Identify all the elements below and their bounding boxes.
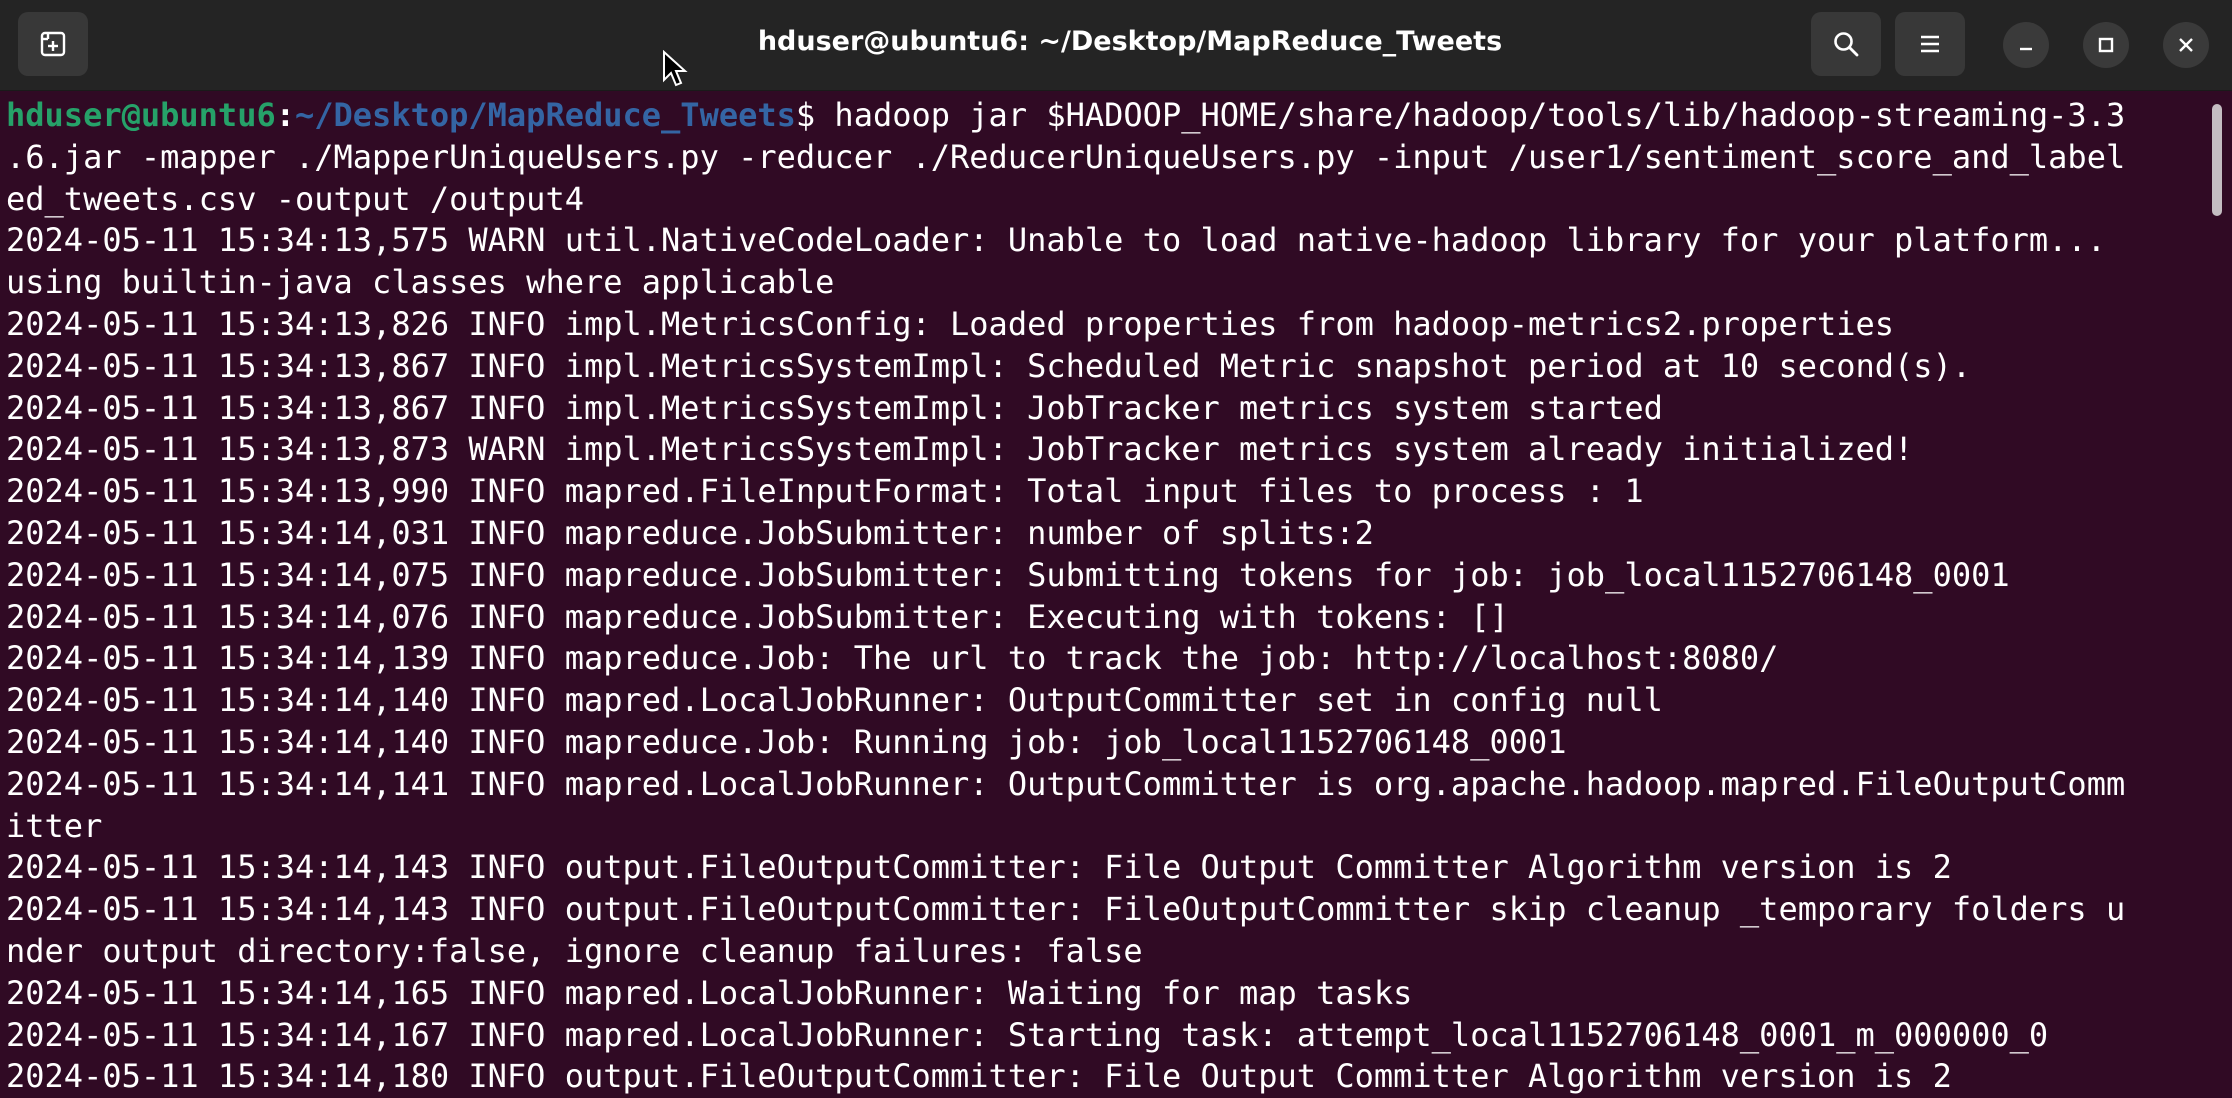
menu-button[interactable] — [1895, 12, 1965, 76]
terminal-line: 2024-05-11 15:34:14,143 INFO output.File… — [6, 890, 2126, 929]
close-button[interactable] — [2163, 22, 2209, 68]
terminal-line: .6.jar -mapper ./MapperUniqueUsers.py -r… — [6, 137, 2126, 176]
terminal-line: nder output directory:false, ignore clea… — [6, 931, 1143, 970]
terminal-line: 2024-05-11 15:34:14,180 INFO output.File… — [6, 1057, 1952, 1096]
terminal-line: 2024-05-11 15:34:14,167 INFO mapred.Loca… — [6, 1015, 2049, 1054]
search-icon — [1834, 32, 1859, 57]
terminal-line: 2024-05-11 15:34:14,140 INFO mapred.Loca… — [6, 681, 1663, 720]
prompt-user-host: hduser@ubuntu6 — [6, 96, 276, 134]
minimize-icon — [2020, 47, 2032, 51]
terminal-line: 2024-05-11 15:34:14,143 INFO output.File… — [6, 848, 1952, 887]
mouse-pointer-icon — [663, 50, 688, 87]
terminal-line: using builtin-java classes where applica… — [6, 263, 835, 302]
prompt-path: ~/Desktop/MapReduce_Tweets — [294, 96, 796, 134]
terminal-line: 2024-05-11 15:34:13,575 WARN util.Native… — [6, 221, 2106, 260]
window-title: hduser@ubuntu6: ~/Desktop/MapReduce_Twee… — [757, 26, 1503, 57]
terminal-line: 2024-05-11 15:34:14,140 INFO mapreduce.J… — [6, 722, 1567, 761]
search-button[interactable] — [1811, 12, 1881, 76]
headerbar: hduser@ubuntu6: ~/Desktop/MapReduce_Twee… — [0, 0, 2232, 91]
terminal-line: 2024-05-11 15:34:13,826 INFO impl.Metric… — [6, 304, 1895, 343]
terminal-line: 2024-05-11 15:34:14,165 INFO mapred.Loca… — [6, 973, 1413, 1012]
prompt-colon: : — [275, 96, 295, 134]
maximize-button[interactable] — [2083, 22, 2129, 68]
terminal-line: ed_tweets.csv -output /output4 — [6, 179, 584, 218]
terminal-line: 2024-05-11 15:34:14,075 INFO mapreduce.J… — [6, 555, 2010, 594]
terminal-line: 2024-05-11 15:34:14,031 INFO mapreduce.J… — [6, 513, 1374, 552]
output-lines: .6.jar -mapper ./MapperUniqueUsers.py -r… — [6, 137, 2206, 1098]
prompt-line: hduser@ubuntu6:~/Desktop/MapReduce_Tweet… — [6, 95, 2206, 137]
close-icon — [2179, 38, 2193, 52]
terminal-line: 2024-05-11 15:34:14,141 INFO mapred.Loca… — [6, 764, 2126, 803]
terminal-line: 2024-05-11 15:34:13,867 INFO impl.Metric… — [6, 388, 1663, 427]
terminal-line: 2024-05-11 15:34:13,990 INFO mapred.File… — [6, 472, 1644, 511]
terminal-output[interactable]: hduser@ubuntu6:~/Desktop/MapReduce_Tweet… — [6, 95, 2206, 1098]
terminal-line: 2024-05-11 15:34:13,873 WARN impl.Metric… — [6, 430, 1914, 469]
terminal-line: 2024-05-11 15:34:14,139 INFO mapreduce.J… — [6, 639, 1779, 678]
terminal-line: 2024-05-11 15:34:13,867 INFO impl.Metric… — [6, 346, 1972, 385]
scrollbar-thumb[interactable] — [2212, 104, 2222, 216]
minimize-button[interactable] — [2003, 22, 2049, 68]
command-text: hadoop jar $HADOOP_HOME/share/hadoop/too… — [834, 96, 2126, 134]
prompt-symbol: $ — [795, 96, 835, 134]
new-tab-button[interactable] — [18, 12, 88, 76]
new-tab-icon — [40, 31, 66, 57]
hamburger-menu-icon — [1921, 35, 1939, 53]
terminal-line: itter — [6, 806, 103, 845]
terminal-line: 2024-05-11 15:34:14,076 INFO mapreduce.J… — [6, 597, 1509, 636]
maximize-icon — [2098, 37, 2114, 53]
